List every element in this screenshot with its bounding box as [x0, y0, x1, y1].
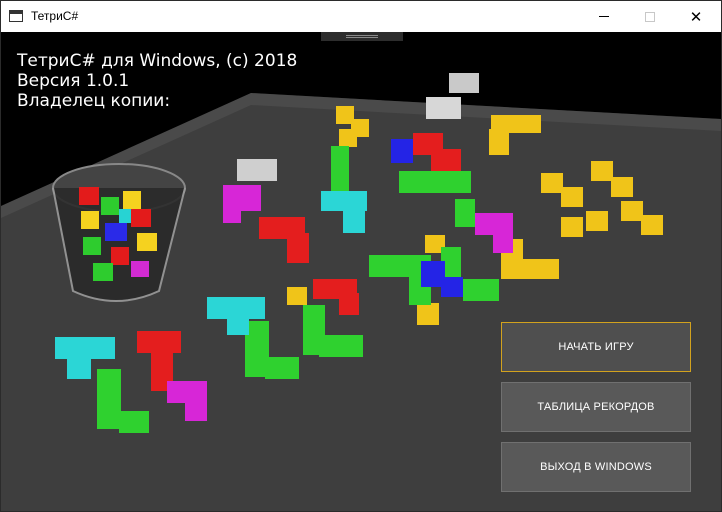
minimize-button[interactable] [581, 1, 627, 32]
window-icon [9, 10, 23, 22]
copyright-line: ТетриС# для Windows, (c) 2018 [17, 51, 298, 71]
high-scores-button[interactable]: ТАБЛИЦА РЕКОРДОВ [501, 382, 691, 432]
start-game-button[interactable]: НАЧАТЬ ИГРУ [501, 322, 691, 372]
minimize-icon [599, 16, 609, 17]
app-window: ТетриС# ✕ ТетриС# для Windows, (c) 2018 … [0, 0, 722, 512]
maximize-icon [645, 11, 655, 22]
owner-line: Владелец копии: [17, 91, 171, 111]
close-icon: ✕ [689, 8, 703, 26]
version-line: Версия 1.0.1 [17, 71, 130, 91]
maximize-button[interactable] [627, 1, 673, 32]
exit-to-windows-button[interactable]: ВЫХОД В WINDOWS [501, 442, 691, 492]
window-title: ТетриС# [31, 9, 79, 23]
app-info: ТетриС# для Windows, (c) 2018 Версия 1.0… [17, 51, 297, 111]
title-bar[interactable]: ТетриС# ✕ [1, 1, 721, 32]
close-button[interactable]: ✕ [673, 1, 719, 32]
